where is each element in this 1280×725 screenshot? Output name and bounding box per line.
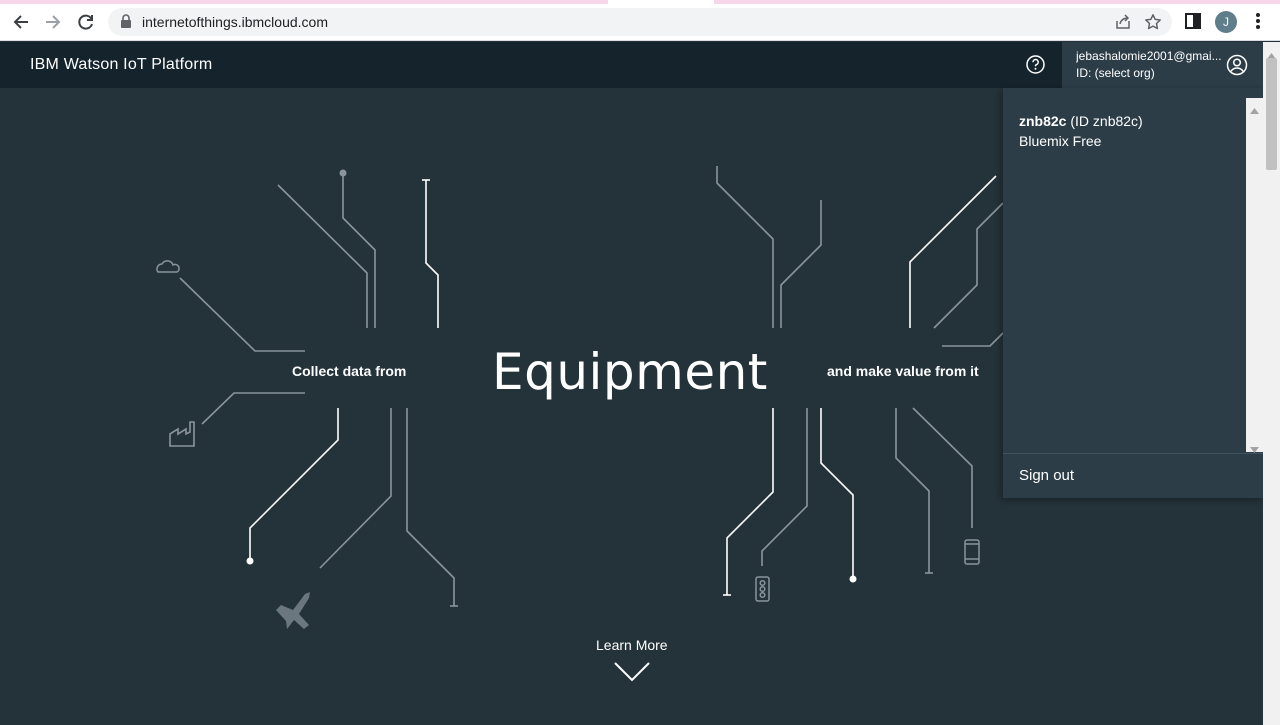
browser-toolbar: internetofthings.ibmcloud.com J	[0, 0, 1280, 41]
scroll-up-icon[interactable]	[1250, 101, 1259, 119]
more-vert-icon[interactable]	[1250, 12, 1266, 35]
user-avatar-icon[interactable]	[1226, 54, 1248, 81]
address-bar[interactable]: internetofthings.ibmcloud.com	[108, 8, 1172, 36]
page-scrollbar[interactable]	[1263, 42, 1280, 725]
help-icon[interactable]	[1025, 54, 1046, 75]
panel-scrollbar[interactable]	[1246, 98, 1263, 453]
org-list: znb82c (ID znb82c) Bluemix Free	[1003, 98, 1246, 452]
phone-icon	[964, 539, 980, 565]
star-icon[interactable]	[1144, 13, 1162, 36]
collect-data-text: Collect data from	[292, 363, 407, 379]
circuit-line	[716, 166, 774, 328]
account-org: ID: (select org)	[1076, 66, 1155, 80]
circuit-line	[342, 173, 376, 328]
circuit-line	[277, 184, 368, 328]
circuit-line	[761, 408, 808, 566]
circuit-line	[179, 277, 305, 352]
reload-icon[interactable]	[73, 9, 99, 35]
circuit-line	[895, 408, 930, 573]
scrollbar-thumb[interactable]	[1266, 58, 1277, 170]
circuit-line	[726, 408, 774, 595]
hero-headline: Equipment	[492, 343, 768, 401]
circuit-node	[849, 575, 857, 583]
traffic-light-icon	[755, 576, 770, 602]
back-arrow-icon[interactable]	[8, 9, 34, 35]
circuit-line	[912, 407, 973, 528]
circuit-line	[909, 175, 997, 328]
circuit-line	[820, 408, 854, 578]
org-dropdown-panel: znb82c (ID znb82c) Bluemix Free Sign out	[1003, 88, 1263, 498]
chevron-down-icon[interactable]	[613, 660, 651, 687]
learn-more-link[interactable]: Learn More	[596, 637, 668, 653]
url-text[interactable]: internetofthings.ibmcloud.com	[142, 14, 328, 30]
share-icon[interactable]	[1114, 13, 1132, 36]
circuit-line	[406, 408, 455, 606]
circuit-line	[319, 408, 392, 569]
circuit-line	[201, 392, 305, 425]
airplane-icon	[276, 592, 310, 629]
org-name[interactable]: znb82c	[1019, 113, 1066, 129]
scroll-down-icon[interactable]	[1250, 440, 1259, 458]
account-menu[interactable]: jebashalomie2001@gmai... ID: (select org…	[1062, 42, 1263, 88]
app-title[interactable]: IBM Watson IoT Platform	[30, 56, 212, 74]
circuit-line	[249, 408, 339, 560]
tab-strip	[0, 0, 1280, 4]
make-value-text: and make value from it	[827, 363, 979, 379]
org-id[interactable]: (ID znb82c)	[1066, 113, 1142, 129]
circuit-node	[246, 557, 254, 565]
account-email: jebashalomie2001@gmai...	[1076, 49, 1222, 63]
sign-out-button[interactable]: Sign out	[1019, 467, 1074, 484]
cloud-icon	[156, 260, 180, 273]
org-list-item[interactable]: znb82c (ID znb82c)	[1019, 113, 1143, 129]
circuit-line	[780, 200, 822, 328]
panel-divider	[1003, 453, 1263, 454]
side-panel-icon[interactable]	[1185, 13, 1201, 34]
active-tab[interactable]	[608, 0, 714, 4]
app-header: IBM Watson IoT Platform jebashalomie2001…	[0, 42, 1263, 88]
profile-avatar[interactable]: J	[1215, 11, 1237, 33]
circuit-line	[942, 332, 1004, 347]
forward-arrow-icon[interactable]	[40, 9, 66, 35]
org-plan: Bluemix Free	[1019, 133, 1102, 149]
lock-icon[interactable]	[120, 14, 132, 33]
circuit-line	[933, 202, 1004, 329]
circuit-node	[339, 169, 347, 177]
factory-icon	[169, 421, 195, 447]
circuit-line	[425, 180, 439, 328]
